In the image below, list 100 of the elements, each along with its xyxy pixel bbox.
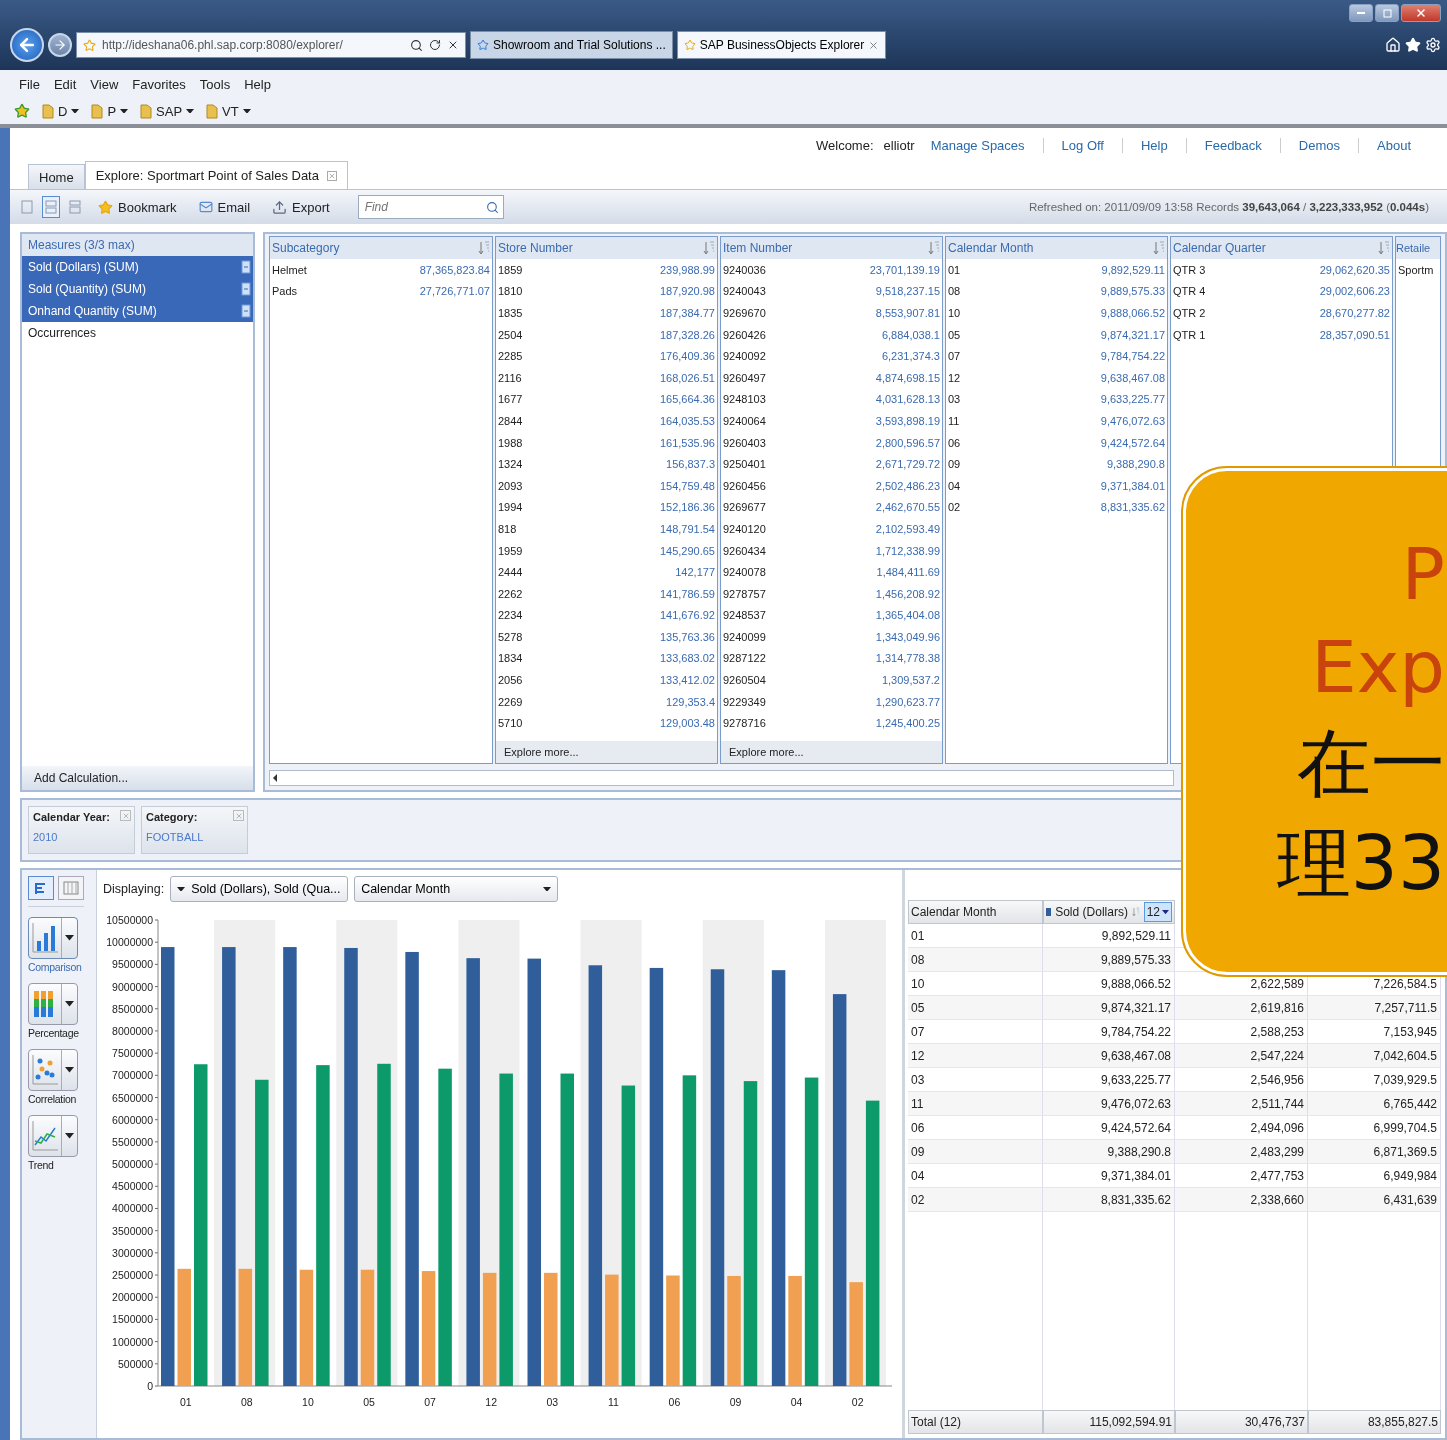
view-toggle[interactable] (28, 876, 54, 900)
facet-header[interactable]: Item Number (721, 237, 942, 259)
chart-type-button[interactable] (28, 1115, 78, 1157)
find-field[interactable]: Find (357, 195, 504, 219)
add-calculation-button[interactable]: Add Calculation... (22, 766, 253, 790)
facet-row[interactable]: 2056 133,412.02 (496, 669, 717, 691)
facet-row[interactable]: 1959 145,290.65 (496, 539, 717, 562)
column-header[interactable]: Calendar Month (908, 900, 1043, 924)
back-button[interactable] (10, 28, 44, 62)
facet-row[interactable]: 08 9,889,575.33 (946, 280, 1167, 303)
facet-row[interactable]: 1859 239,988.99 (496, 259, 717, 281)
menu-item[interactable]: Favorites (127, 74, 191, 94)
sort-icon[interactable] (703, 241, 715, 255)
favorites-folder[interactable]: D (42, 103, 80, 119)
view-toggle[interactable] (58, 876, 84, 900)
search-icon[interactable] (410, 38, 423, 52)
settings-icon[interactable] (1425, 37, 1441, 53)
restore-button[interactable] (1375, 4, 1399, 22)
browser-tab[interactable]: Showroom and Trial Solutions ... (470, 31, 673, 59)
facet-row[interactable]: 02 8,831,335.62 (946, 496, 1167, 519)
facet-row[interactable]: QTR 2 28,670,277.82 (1171, 302, 1392, 324)
facet-row[interactable]: 04 9,371,384.01 (946, 474, 1167, 497)
facet-row[interactable]: 09 9,388,290.8 (946, 453, 1167, 475)
facet-row[interactable]: QTR 4 29,002,606.23 (1171, 280, 1392, 303)
top-n-dropdown[interactable]: 12 (1143, 902, 1172, 922)
filter-chip[interactable]: Category: FOOTBALL (141, 806, 248, 854)
facet-row[interactable]: 2444 142,177 (496, 561, 717, 583)
header-link[interactable]: Demos (1279, 137, 1358, 153)
favorites-folder[interactable]: VT (206, 103, 251, 119)
explore-more-link[interactable]: Explore more... (496, 741, 717, 763)
facet-row[interactable]: 9260456 2,502,486.23 (721, 474, 942, 497)
facet-row[interactable]: 2116 168,026.51 (496, 366, 717, 389)
menu-item[interactable]: File (14, 74, 45, 94)
facet-row[interactable]: 1810 187,920.98 (496, 280, 717, 303)
facet-header[interactable]: Calendar Quarter (1171, 237, 1392, 259)
facet-row[interactable]: 9260426 6,884,038.1 (721, 323, 942, 346)
explore-more-link[interactable]: Explore more... (721, 741, 942, 763)
sort-icon[interactable] (928, 241, 940, 255)
facet-row[interactable]: 03 9,633,225.77 (946, 388, 1167, 411)
home-icon[interactable] (1385, 37, 1401, 53)
menu-item[interactable]: Tools (194, 74, 236, 94)
menu-item[interactable]: Help (239, 74, 276, 94)
facet-row[interactable]: 9269677 2,462,670.55 (721, 496, 942, 519)
measure-item[interactable]: Sold (Quantity) (SUM) (22, 278, 253, 300)
facet-header[interactable]: Subcategory (270, 237, 492, 259)
header-link[interactable]: Feedback (1185, 137, 1280, 153)
facet-row[interactable]: 818 148,791.54 (496, 518, 717, 540)
facet-row[interactable]: 9260504 1,309,537.2 (721, 669, 942, 691)
facet-row[interactable]: 9248103 4,031,628.13 (721, 388, 942, 411)
facet-row[interactable]: 2262 141,786.59 (496, 582, 717, 605)
facet-row[interactable]: 1324 156,837.3 (496, 453, 717, 475)
menu-item[interactable]: Edit (48, 74, 82, 94)
facet-row[interactable]: 2504 187,328.26 (496, 323, 717, 346)
facet-row[interactable]: 9240036 23,701,139.19 (721, 259, 942, 281)
facet-row[interactable]: 9240078 1,484,411.69 (721, 561, 942, 583)
facet-row[interactable]: 9278757 1,456,208.92 (721, 582, 942, 605)
toolbar-button[interactable]: Export (264, 199, 338, 215)
facet-header[interactable]: Store Number (496, 237, 717, 259)
remove-icon[interactable] (120, 810, 131, 821)
sort-icon[interactable] (1131, 905, 1140, 919)
facet-row[interactable]: 05 9,874,321.17 (946, 323, 1167, 346)
facet-row[interactable]: 9287122 1,314,778.38 (721, 647, 942, 670)
layout-button[interactable] (42, 196, 60, 218)
favorites-star-icon[interactable] (14, 103, 30, 119)
favorites-folder[interactable]: P (91, 103, 129, 119)
close-button[interactable] (1401, 4, 1441, 22)
facet-row[interactable]: 9260403 2,800,596.57 (721, 431, 942, 454)
drag-handle-icon[interactable] (241, 260, 251, 274)
measures-dropdown[interactable]: Sold (Dollars), Sold (Qua... (170, 876, 349, 902)
refresh-icon[interactable] (429, 39, 441, 51)
address-bar[interactable]: http://ideshana06.phl.sap.corp:8080/explorer/ (76, 32, 466, 58)
measure-item[interactable]: Onhand Quantity (SUM) (22, 300, 253, 322)
facet-row[interactable]: 1677 165,664.36 (496, 388, 717, 411)
facet-row[interactable]: 9250401 2,671,729.72 (721, 453, 942, 475)
facet-row[interactable]: QTR 1 28,357,090.51 (1171, 323, 1392, 346)
header-link[interactable]: Log Off (1042, 137, 1122, 153)
facet-row[interactable]: Sportm (1396, 259, 1440, 281)
measure-item[interactable]: Sold (Dollars) (SUM) (22, 256, 253, 278)
facet-row[interactable]: 9260497 4,874,698.15 (721, 366, 942, 389)
favorites-folder[interactable]: SAP (140, 103, 195, 119)
header-link[interactable]: Help (1122, 137, 1186, 153)
facet-row[interactable]: 2844 164,035.53 (496, 410, 717, 432)
toolbar-button[interactable]: Email (190, 199, 259, 215)
measure-item[interactable]: Occurrences (22, 322, 253, 344)
drag-handle-icon[interactable] (241, 282, 251, 296)
facet-row[interactable]: 9240099 1,343,049.96 (721, 626, 942, 648)
menu-item[interactable]: View (85, 74, 124, 94)
facet-row[interactable]: 2093 154,759.48 (496, 474, 717, 497)
facet-row[interactable]: 2269 129,353.4 (496, 690, 717, 713)
facet-row[interactable]: 1835 187,384.77 (496, 302, 717, 324)
favorites-icon[interactable] (1405, 37, 1421, 53)
facet-row[interactable]: 9229349 1,290,623.77 (721, 690, 942, 713)
browser-tab[interactable]: SAP BusinessObjects Explorer (676, 31, 887, 59)
facet-row[interactable]: 5710 129,003.48 (496, 712, 717, 735)
search-icon[interactable] (485, 200, 499, 214)
close-tab-icon[interactable] (326, 170, 337, 181)
facet-row[interactable]: 1994 152,186.36 (496, 496, 717, 519)
facet-row[interactable]: 06 9,424,572.64 (946, 431, 1167, 454)
facet-row[interactable]: 9269670 8,553,907.81 (721, 302, 942, 324)
facet-row[interactable]: 2285 176,409.36 (496, 345, 717, 367)
